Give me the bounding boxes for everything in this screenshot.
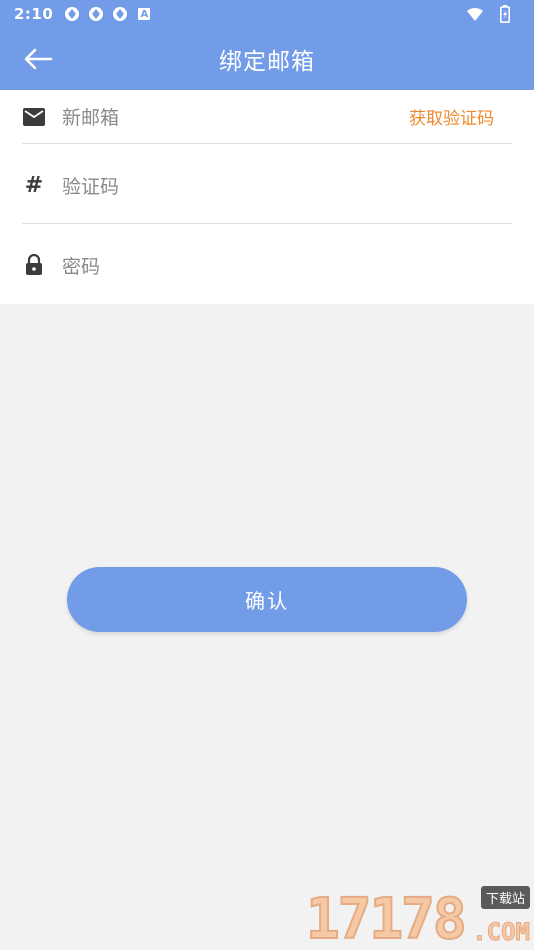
watermark-logo: 17178 下载站 .COM [305, 886, 531, 950]
watermark-number: 17178 [305, 887, 468, 950]
status-bar: 2:10 A [0, 0, 534, 28]
text-a-icon: A [135, 5, 153, 23]
divider [22, 143, 512, 144]
mail-icon [22, 105, 46, 129]
page-title: 绑定邮箱 [219, 49, 315, 75]
hash-icon: # [24, 172, 44, 198]
back-button[interactable] [14, 41, 62, 77]
aperture-icon [63, 5, 81, 23]
watermark-com: .COM [472, 918, 531, 947]
get-code-button[interactable]: 获取验证码 [409, 104, 494, 129]
email-field[interactable]: 新邮箱 获取验证码 [22, 90, 512, 143]
password-placeholder: 密码 [62, 255, 101, 278]
bind-email-form: 新邮箱 获取验证码 # 验证码 密码 [0, 90, 534, 304]
aperture-icon [87, 5, 105, 23]
password-field[interactable]: 密码 [22, 234, 512, 296]
watermark-site: 下载站 [480, 886, 530, 909]
arrow-left-icon [24, 48, 53, 70]
confirm-button[interactable]: 确认 [67, 567, 467, 632]
lock-icon [22, 253, 46, 277]
status-time: 2:10 [14, 5, 54, 23]
code-field[interactable]: # 验证码 [22, 154, 512, 216]
code-placeholder: 验证码 [62, 175, 120, 198]
divider [22, 223, 512, 224]
battery-icon [496, 5, 514, 23]
wifi-icon [466, 5, 484, 23]
email-placeholder: 新邮箱 [62, 107, 120, 129]
app-bar: 绑定邮箱 [0, 28, 534, 90]
aperture-icon [111, 5, 129, 23]
